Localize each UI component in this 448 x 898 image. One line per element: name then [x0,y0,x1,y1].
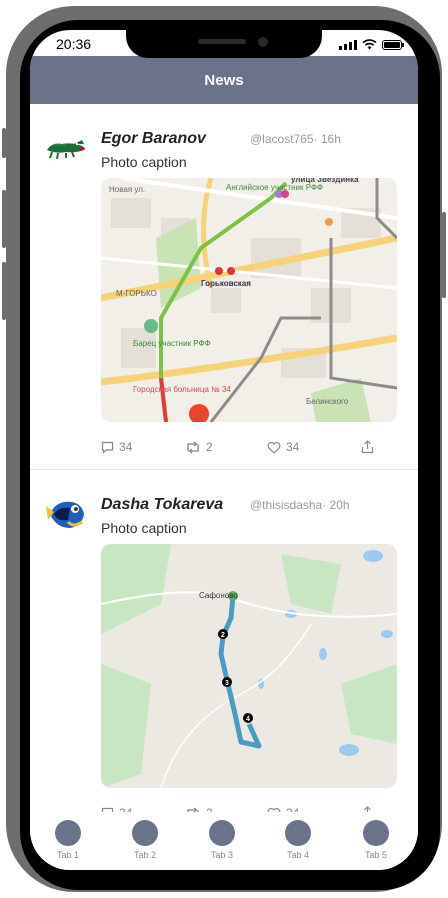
post-map-image[interactable]: Сафоново 2 3 4 [101,544,397,788]
tab-5[interactable]: Tab 5 [346,820,406,860]
post-handle: @thisisdasha· 20h [250,498,350,512]
news-feed[interactable]: Egor Baranov @lacost765· 16h Photo capti… [30,104,418,812]
tab-4-icon [285,820,311,846]
post-map-image[interactable]: Новая ул. Английское участник РФФ улица … [101,178,397,422]
like-button[interactable]: 34 [267,440,299,454]
repost-icon [187,440,199,454]
svg-text:Новая ул.: Новая ул. [109,185,145,194]
tab-2-icon [132,820,158,846]
speaker-grille [198,39,246,44]
tab-label: Tab 4 [286,850,310,860]
tab-label: Tab 3 [210,850,234,860]
tab-5-icon [363,820,389,846]
feed-post: Egor Baranov @lacost765· 16h Photo capti… [30,104,418,470]
svg-text:4: 4 [246,716,250,723]
front-camera [258,37,268,47]
page-title: News [204,71,244,89]
map-label-city: Сафоново [199,591,238,600]
tab-label: Tab 2 [133,850,157,860]
post-caption: Photo caption [101,154,187,170]
tab-1-icon [55,820,81,846]
tab-3-icon [209,820,235,846]
feed-post: Dasha Tokareva @thisisdasha· 20h Photo c… [30,470,418,812]
wifi-icon [362,39,377,50]
status-icons [339,39,404,50]
svg-text:2: 2 [221,632,225,639]
tab-2[interactable]: Tab 2 [115,820,175,860]
tab-label: Tab 1 [56,850,80,860]
like-count: 34 [286,440,300,454]
svg-text:Барец участник РФФ: Барец участник РФФ [133,339,211,348]
fish-icon[interactable] [44,492,88,536]
volume-down-button [2,262,6,320]
volume-up-button [2,190,6,248]
mute-switch [2,128,6,158]
bottom-tab-bar: Tab 1 Tab 2 Tab 3 Tab 4 Tab 5 [30,812,418,870]
svg-text:Белинского: Белинского [306,397,349,406]
svg-text:Английское участник РФФ: Английское участник РФФ [226,183,323,192]
tab-1[interactable]: Tab 1 [38,820,98,860]
post-handle: @lacost765· 16h [250,132,341,146]
heart-icon [267,441,281,454]
repost-count: 2 [206,440,213,454]
share-button[interactable] [361,440,374,454]
post-actions: 34 2 34 [101,440,397,460]
battery-icon [382,40,404,50]
cellular-signal-icon [339,40,357,50]
svg-text:Горьковская: Горьковская [201,279,251,288]
comment-count: 34 [119,440,133,454]
status-time: 20:36 [56,36,92,52]
comment-icon [101,441,114,454]
repost-button[interactable]: 2 [185,440,213,454]
notch [126,30,322,58]
svg-text:улица Звездинка: улица Звездинка [291,178,359,184]
post-author[interactable]: Egor Baranov [101,130,206,148]
share-icon [361,440,374,454]
nav-header: News [30,56,418,104]
power-button [442,212,446,298]
tab-label: Tab 5 [364,850,388,860]
svg-text:3: 3 [225,680,229,687]
tab-4[interactable]: Tab 4 [268,820,328,860]
crocodile-logo-icon[interactable] [44,126,88,170]
phone-screen: 20:36 News Egor Baranov @lacost765· 16h … [30,30,418,870]
comment-button[interactable]: 34 [101,440,132,454]
post-author[interactable]: Dasha Tokareva [101,496,223,514]
svg-text:М-ГОРЬКО: М-ГОРЬКО [116,289,157,298]
tab-3[interactable]: Tab 3 [192,820,252,860]
post-caption: Photo caption [101,520,187,536]
svg-text:Городская больница № 34: Городская больница № 34 [133,385,231,394]
